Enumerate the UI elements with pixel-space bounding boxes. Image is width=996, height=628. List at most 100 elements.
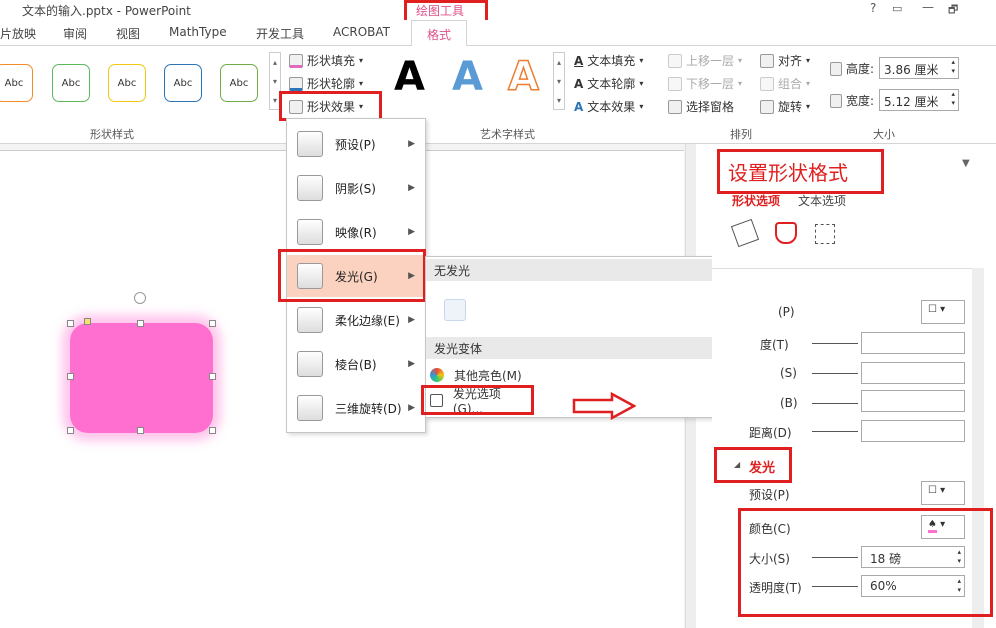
tab-developer[interactable]: 开发工具 [256,25,304,42]
resize-handle[interactable] [67,373,74,380]
group-button[interactable]: 组合 ▾ [760,75,810,92]
minimize-button[interactable]: — [922,0,934,14]
tab-view[interactable]: 视图 [116,25,140,42]
shadow-icon [297,175,323,201]
glow-color-label: 颜色(C) [749,522,791,536]
selection-pane-button[interactable]: 选择窗格 [668,98,734,115]
text-outline-icon: A [574,76,584,91]
shadow-size-label: (S) [780,366,797,380]
restore-button[interactable]: 🗗 [948,1,958,20]
wordart-sample[interactable]: A [507,53,539,101]
menu-item-3d-rotation[interactable]: 三维旋转(D) ▶ [287,387,425,429]
tab-review[interactable]: 审阅 [63,25,87,42]
rotate-handle-icon[interactable] [134,292,146,304]
group-label: 组合 [778,77,803,91]
glow-size-slider[interactable] [812,557,858,558]
align-button[interactable]: 对齐 ▾ [760,52,810,69]
tab-text-options[interactable]: 文本选项 [798,192,846,209]
ribbon-display-button[interactable]: ▭ [892,2,902,15]
tab-shape-options[interactable]: 形状选项 [732,192,780,209]
resize-handle[interactable] [137,427,144,434]
shadow-input[interactable] [861,362,965,384]
size-properties-icon[interactable] [815,224,835,244]
tab-slideshow[interactable]: 片放映 [0,25,36,42]
text-fill-label: 文本填充 [587,54,636,68]
fill-line-icon[interactable] [730,218,760,248]
shape-fill-button[interactable]: 形状填充 ▾ [289,52,363,69]
glow-color-dropdown[interactable]: ♠ ▾ [921,515,965,539]
width-input[interactable]: 5.12 厘米 ▴ ▾ [879,89,959,111]
text-fill-button[interactable]: A 文本填充 ▾ [574,52,643,69]
shape-outline-button[interactable]: 形状轮廓 ▾ [289,75,363,92]
glow-transparency-input[interactable]: 60% ▴ ▾ [861,575,965,597]
reflection-icon [297,219,323,245]
shape-style-sample[interactable]: Abc [0,64,33,102]
width-icon [830,93,842,108]
slider[interactable] [812,431,858,432]
slider[interactable] [812,403,858,404]
resize-handle[interactable] [209,320,216,327]
effects-pentagon-icon[interactable] [775,222,797,244]
shape-style-sample[interactable]: Abc [164,64,202,102]
height-label: 高度: [830,60,874,77]
text-effects-button[interactable]: A 文本效果 ▾ [574,98,643,115]
shadow-input[interactable] [861,390,965,412]
shadow-distance-label: 距离(D) [749,426,792,440]
group-label-arrange: 排列 [730,128,752,141]
text-effects-icon: A [574,99,584,114]
paint-bucket-icon: ♠ [928,519,937,533]
group-label-wordart: 艺术字样式 [480,128,535,141]
pane-options-button[interactable]: ▼ [962,158,970,169]
ribbon: Abc Abc Abc Abc Abc ▴ ▾ ▾ 形状样式 形状填充 ▾ 形状轮廓 ▾… [0,46,996,144]
wordart-sample[interactable]: A [394,54,425,100]
rotate-icon [760,99,774,114]
resize-handle[interactable] [209,373,216,380]
glow-transparency-label: 透明度(T) [749,581,802,595]
arrow-icon [572,392,636,420]
shape-style-sample[interactable]: Abc [108,64,146,102]
resize-handle[interactable] [67,320,74,327]
menu-item-reflection[interactable]: 映像(R) ▶ [287,211,425,253]
text-fill-icon: A [574,53,584,68]
rounded-rectangle-shape[interactable] [70,323,213,433]
no-glow-option[interactable] [444,299,466,321]
glow-preset-dropdown[interactable]: ☐ ▾ [921,481,965,505]
context-tab-label: 绘图工具 [416,4,465,18]
glow-transparency-slider[interactable] [812,586,858,587]
group-label-shape-styles: 形状样式 [90,128,134,141]
shadow-input[interactable] [861,332,965,354]
adjust-handle[interactable] [84,318,91,325]
tab-mathtype[interactable]: MathType [169,25,227,39]
glow-size-input[interactable]: 18 磅 ▴ ▾ [861,546,965,568]
menu-item-shadow[interactable]: 阴影(S) ▶ [287,167,425,209]
align-label: 对齐 [778,54,803,68]
glow-section-header[interactable]: 发光 [749,457,775,476]
shape-outline-label: 形状轮廓 [307,77,356,91]
collapse-icon[interactable]: ◢ [734,460,740,469]
menu-item-preset[interactable]: 预设(P) ▶ [287,123,425,165]
text-outline-button[interactable]: A 文本轮廓 ▾ [574,75,643,92]
slider[interactable] [812,343,858,344]
bring-forward-button[interactable]: 上移一层 ▾ [668,52,742,69]
resize-handle[interactable] [67,427,74,434]
shadow-input[interactable] [861,420,965,442]
shape-effects-button[interactable]: 形状效果 ▾ [289,98,363,115]
slider[interactable] [812,373,858,374]
wordart-scroll[interactable]: ▴ ▾ ▾ [553,52,565,110]
tab-acrobat[interactable]: ACROBAT [333,25,390,39]
glow-size-label: 大小(S) [749,552,790,566]
wordart-sample[interactable]: A [452,54,483,100]
rotate-button[interactable]: 旋转 ▾ [760,98,810,115]
send-backward-button[interactable]: 下移一层 ▾ [668,75,742,92]
menu-item-soft-edges[interactable]: 柔化边缘(E) ▶ [287,299,425,341]
shape-style-sample[interactable]: Abc [52,64,90,102]
resize-handle[interactable] [137,320,144,327]
tab-format[interactable]: 格式 [411,20,467,46]
shape-style-sample[interactable]: Abc [220,64,258,102]
height-input[interactable]: 3.86 厘米 ▴ ▾ [879,57,959,79]
wordart-gallery[interactable]: A A A [384,53,554,112]
shadow-preset-dropdown[interactable]: ☐ ▾ [921,300,965,324]
resize-handle[interactable] [209,427,216,434]
menu-item-bevel[interactable]: 棱台(B) ▶ [287,343,425,385]
help-button[interactable]: ? [870,1,876,15]
